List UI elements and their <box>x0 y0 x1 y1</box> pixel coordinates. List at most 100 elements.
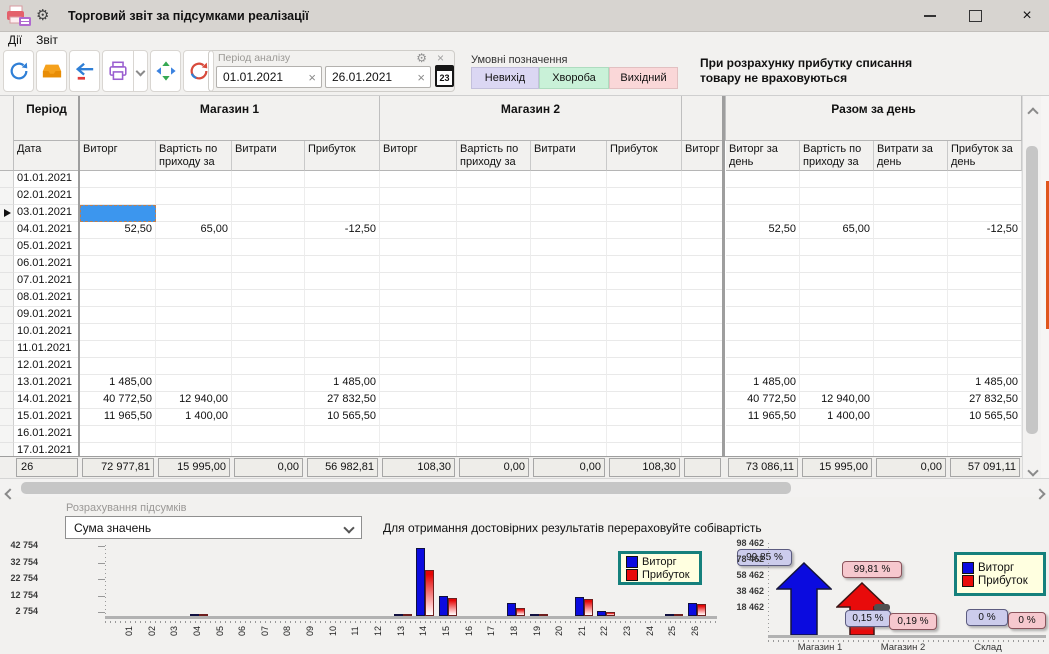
grid-cell[interactable] <box>380 392 457 409</box>
grid-cell[interactable] <box>156 273 232 290</box>
clear-date-icon[interactable]: × <box>417 70 425 85</box>
grid-cell[interactable] <box>531 205 607 222</box>
grid-cell[interactable] <box>232 307 305 324</box>
grid-cell[interactable] <box>531 324 607 341</box>
grid-cell[interactable]: 40 772,50 <box>726 392 800 409</box>
grid-date-cell[interactable]: 08.01.2021 <box>14 290 80 307</box>
grid-cell[interactable] <box>305 324 380 341</box>
grid-cell[interactable] <box>948 205 1022 222</box>
grid-cell[interactable]: 12 940,00 <box>800 392 874 409</box>
grid-cell[interactable] <box>531 375 607 392</box>
grid-cell[interactable] <box>874 222 948 239</box>
grid-cell[interactable] <box>531 222 607 239</box>
grid-cell[interactable] <box>948 426 1022 443</box>
grid-cell[interactable] <box>948 307 1022 324</box>
grid-cell[interactable] <box>80 426 156 443</box>
grid-cell[interactable] <box>726 188 800 205</box>
grid-cell[interactable]: 52,50 <box>726 222 800 239</box>
grid-cell[interactable] <box>682 324 723 341</box>
grid-cell[interactable] <box>80 307 156 324</box>
grid-cell[interactable] <box>682 426 723 443</box>
grid-cell[interactable]: 65,00 <box>800 222 874 239</box>
grid-cell[interactable]: 12 940,00 <box>156 392 232 409</box>
scroll-up-arrow[interactable] <box>1029 104 1037 122</box>
grid-cell[interactable] <box>232 273 305 290</box>
minimize-button[interactable] <box>908 0 952 32</box>
grid-cell[interactable] <box>874 409 948 426</box>
grid-cell[interactable] <box>874 392 948 409</box>
grid-cell[interactable] <box>457 171 531 188</box>
horizontal-scroll-thumb[interactable] <box>21 482 791 494</box>
grid-cell[interactable] <box>874 256 948 273</box>
grid-cell[interactable] <box>457 205 531 222</box>
grid-cell[interactable] <box>874 171 948 188</box>
grid-cell[interactable] <box>380 375 457 392</box>
grid-cell[interactable] <box>682 341 723 358</box>
vertical-scroll-thumb[interactable] <box>1026 146 1038 434</box>
grid-cell[interactable] <box>80 358 156 375</box>
grid-date-cell[interactable]: 16.01.2021 <box>14 426 80 443</box>
grid-cell[interactable] <box>607 171 682 188</box>
totals-mode-select[interactable]: Сума значень <box>65 516 362 539</box>
grid-cell[interactable] <box>948 324 1022 341</box>
grid-cell[interactable] <box>874 358 948 375</box>
grid-cell[interactable] <box>380 239 457 256</box>
grid-cell[interactable] <box>80 205 156 222</box>
menu-item-actions[interactable]: Дії <box>0 33 30 47</box>
maximize-button[interactable] <box>953 0 997 32</box>
grid-cell[interactable] <box>80 341 156 358</box>
grid-cell[interactable] <box>607 256 682 273</box>
grid-cell[interactable] <box>232 256 305 273</box>
grid-date-cell[interactable]: 06.01.2021 <box>14 256 80 273</box>
grid-cell[interactable] <box>682 171 723 188</box>
grid-cell[interactable] <box>726 426 800 443</box>
grid-cell[interactable] <box>531 426 607 443</box>
grid-cell[interactable] <box>948 239 1022 256</box>
grid-cell[interactable] <box>380 205 457 222</box>
grid-cell[interactable] <box>305 341 380 358</box>
close-button[interactable]: × <box>1005 0 1049 32</box>
horizontal-scrollbar[interactable] <box>0 478 1049 497</box>
grid-cell[interactable] <box>531 171 607 188</box>
grid-cell[interactable] <box>232 324 305 341</box>
grid-cell[interactable] <box>80 273 156 290</box>
grid-cell[interactable] <box>457 188 531 205</box>
grid-cell[interactable] <box>682 188 723 205</box>
grid-cell[interactable] <box>457 341 531 358</box>
grid-cell[interactable] <box>156 375 232 392</box>
grid-cell[interactable] <box>156 205 232 222</box>
grid-cell[interactable] <box>305 256 380 273</box>
clear-date-icon[interactable]: × <box>308 70 316 85</box>
grid-cell[interactable] <box>305 290 380 307</box>
grid-cell[interactable] <box>531 409 607 426</box>
grid-cell[interactable] <box>800 375 874 392</box>
grid-cell[interactable] <box>682 273 723 290</box>
grid-cell[interactable]: 1 400,00 <box>800 409 874 426</box>
grid-cell[interactable] <box>380 307 457 324</box>
menu-item-report[interactable]: Звіт <box>30 33 64 47</box>
grid-cell[interactable] <box>726 290 800 307</box>
grid-cell[interactable] <box>380 171 457 188</box>
grid-cell[interactable] <box>682 392 723 409</box>
calendar-button[interactable]: 23 <box>435 65 454 87</box>
grid-cell[interactable] <box>531 239 607 256</box>
grid-cell[interactable] <box>800 426 874 443</box>
date-from-input[interactable]: 01.01.2021 × <box>216 66 322 88</box>
grid-date-cell[interactable]: 15.01.2021 <box>14 409 80 426</box>
grid-cell[interactable] <box>80 324 156 341</box>
grid-date-cell[interactable]: 11.01.2021 <box>14 341 80 358</box>
grid-cell[interactable] <box>726 324 800 341</box>
grid-cell[interactable] <box>457 358 531 375</box>
grid-cell[interactable]: 1 485,00 <box>80 375 156 392</box>
grid-cell[interactable] <box>874 273 948 290</box>
grid-cell[interactable] <box>682 358 723 375</box>
grid-cell[interactable]: 65,00 <box>156 222 232 239</box>
grid-cell[interactable] <box>380 273 457 290</box>
grid-cell[interactable]: 1 485,00 <box>305 375 380 392</box>
grid-cell[interactable] <box>726 205 800 222</box>
grid-cell[interactable] <box>682 239 723 256</box>
grid-cell[interactable] <box>874 290 948 307</box>
grid-cell[interactable]: 40 772,50 <box>80 392 156 409</box>
grid-cell[interactable] <box>380 409 457 426</box>
grid-date-cell[interactable]: 04.01.2021 <box>14 222 80 239</box>
